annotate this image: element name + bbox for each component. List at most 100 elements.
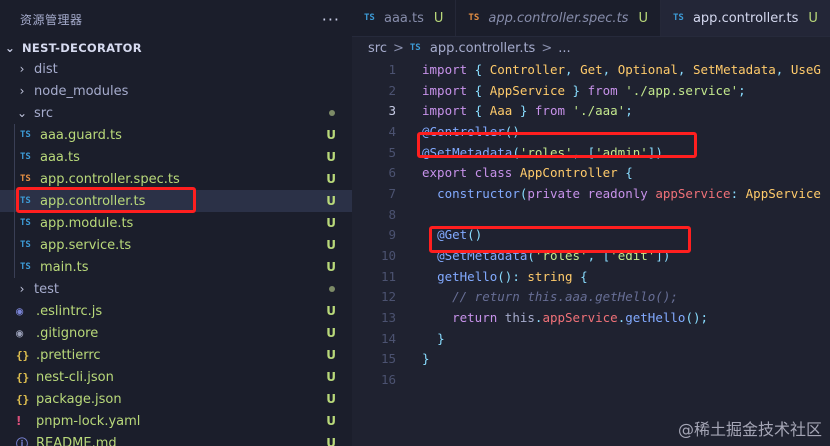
typescript-file-icon: TS xyxy=(409,43,421,53)
tree-item-label: app.module.ts xyxy=(40,215,134,231)
tab-label: app.controller.ts xyxy=(692,10,799,26)
typescript-file-icon: TS xyxy=(20,218,31,228)
code-line[interactable]: 12 // return this.aaa.getHello(); xyxy=(352,287,830,308)
highlight-box-class-metadata xyxy=(417,132,697,158)
eslint-file-icon: ◉ xyxy=(16,304,24,318)
breadcrumb-symbols[interactable]: ... xyxy=(558,41,570,56)
code-line[interactable]: 15} xyxy=(352,349,830,370)
typescript-file-icon: TS xyxy=(672,13,684,23)
tree-item-aaa-ts[interactable]: TS aaa.ts U xyxy=(0,146,352,168)
chevron-down-icon: ⌄ xyxy=(4,41,16,55)
line-number: 15 xyxy=(380,351,396,367)
code-text: import { Controller, Get, Optional, SetM… xyxy=(422,61,821,77)
tree-item-label: dist xyxy=(34,61,58,77)
code-line[interactable]: 8 xyxy=(352,204,830,225)
chevron-right-icon: › xyxy=(19,282,25,296)
code-line[interactable]: 3 import { Aaa } from './aaa'; xyxy=(352,100,830,121)
more-actions-icon[interactable]: ··· xyxy=(322,10,340,29)
git-status-badge: U xyxy=(638,10,648,26)
tree-item-eslintrc-js[interactable]: ◉ .eslintrc.js U xyxy=(0,300,352,322)
line-number: 6 xyxy=(388,165,396,181)
tree-item-gitignore[interactable]: ◉ .gitignore U xyxy=(0,322,352,344)
tree-item-readme-md[interactable]: ⓘ README.md U xyxy=(0,432,352,446)
tree-item-package-json[interactable]: {} package.json U xyxy=(0,388,352,410)
json-file-icon: {} xyxy=(16,392,30,406)
git-status-badge: U xyxy=(326,260,336,274)
code-line[interactable]: 2 import { AppService } from './app.servi… xyxy=(352,80,830,101)
git-status-badge: U xyxy=(326,304,336,318)
tree-item-prettierrc[interactable]: {} .prettierrc U xyxy=(0,344,352,366)
indent-guide xyxy=(14,124,15,278)
line-number: 10 xyxy=(380,248,396,264)
code-line[interactable]: 16 xyxy=(352,369,830,390)
tree-item-label: app.service.ts xyxy=(40,237,132,253)
git-file-icon: ◉ xyxy=(16,326,24,340)
tab-app-controller-spec-ts[interactable]: TS app.controller.spec.ts U xyxy=(456,0,661,36)
project-root[interactable]: ⌄ NEST-DECORATOR xyxy=(0,38,352,58)
tab-app-controller-ts[interactable]: TS app.controller.ts U xyxy=(660,0,830,36)
tree-item-dist[interactable]: › dist xyxy=(0,58,352,80)
line-number: 4 xyxy=(388,123,396,139)
breadcrumb-separator: > xyxy=(541,40,553,56)
tree-item-label: app.controller.spec.ts xyxy=(40,171,180,187)
tree-item-main-ts[interactable]: TS main.ts U xyxy=(0,256,352,278)
yaml-file-icon: ! xyxy=(16,414,22,428)
line-number: 3 xyxy=(388,103,396,119)
tree-item-label: .gitignore xyxy=(36,325,99,341)
tree-item-aaa-guard-ts[interactable]: TS aaa.guard.ts U xyxy=(0,124,352,146)
tree-item-label: package.json xyxy=(36,391,122,407)
markdown-file-icon: ⓘ xyxy=(16,436,29,446)
tree-item-nest-cli-json[interactable]: {} nest-cli.json U xyxy=(0,366,352,388)
git-status-badge: U xyxy=(433,10,444,26)
code-line[interactable]: 1 import { Controller, Get, Optional, Set… xyxy=(352,59,830,80)
breadcrumb-separator: > xyxy=(392,40,404,56)
tree-item-label: README.md xyxy=(36,435,117,446)
tab-label: aaa.ts xyxy=(384,10,424,26)
tree-item-label: .prettierrc xyxy=(36,347,101,363)
git-status-badge: U xyxy=(326,436,336,446)
line-number: 1 xyxy=(388,61,396,77)
code-line[interactable]: 11 getHello(): string { xyxy=(352,266,830,287)
code-text: import { AppService } from './app.servic… xyxy=(422,82,746,98)
chevron-right-icon: › xyxy=(19,62,25,76)
json-file-icon: {} xyxy=(16,370,30,384)
tree-item-test[interactable]: › test xyxy=(0,278,352,300)
code-line[interactable]: 6 export class AppController { xyxy=(352,162,830,183)
breadcrumb-folder[interactable]: src xyxy=(368,41,387,56)
typescript-file-icon: TS xyxy=(20,240,31,250)
tree-item-pnpm-lock-yaml[interactable]: ! pnpm-lock.yaml U xyxy=(0,410,352,432)
git-status-badge: U xyxy=(326,326,336,340)
editor-tab-bar: TS aaa.ts U TS app.controller.spec.ts U TS app.… xyxy=(352,0,830,37)
git-status-badge: U xyxy=(326,414,336,428)
modified-dot-icon xyxy=(329,286,335,292)
code-text: } xyxy=(422,351,430,367)
git-status-badge: U xyxy=(326,194,336,208)
chevron-down-icon: ⌄ xyxy=(16,106,28,120)
tree-item-node-modules[interactable]: › node_modules xyxy=(0,80,352,102)
breadcrumb-file[interactable]: app.controller.ts xyxy=(430,41,535,56)
tree-item-label: test xyxy=(34,281,59,297)
json-file-icon: {} xyxy=(16,348,30,362)
git-status-badge: U xyxy=(326,150,336,164)
typescript-file-icon: TS xyxy=(364,13,375,23)
git-status-badge: U xyxy=(808,10,818,26)
code-text: export class AppController { xyxy=(422,165,633,181)
line-number: 8 xyxy=(388,206,396,222)
tree-item-app-service-ts[interactable]: TS app.service.ts U xyxy=(0,234,352,256)
modified-dot-icon xyxy=(329,110,335,116)
line-number: 14 xyxy=(380,330,396,346)
code-text: getHello(): string { xyxy=(437,268,588,284)
code-text: constructor(private readonly appService:… xyxy=(437,185,821,201)
code-line[interactable]: 14 } xyxy=(352,328,830,349)
explorer-title: 资源管理器 xyxy=(20,12,83,27)
line-number: 11 xyxy=(380,268,396,284)
git-status-badge: U xyxy=(326,172,336,186)
code-line[interactable]: 13 return this.appService.getHello(); xyxy=(352,307,830,328)
tree-item-app-module-ts[interactable]: TS app.module.ts U xyxy=(0,212,352,234)
code-line[interactable]: 7 constructor(private readonly appServic… xyxy=(352,183,830,204)
tree-item-label: nest-cli.json xyxy=(36,369,114,385)
tree-item-label: pnpm-lock.yaml xyxy=(36,413,141,429)
tab-aaa-ts[interactable]: TS aaa.ts U xyxy=(352,0,457,36)
line-number: 12 xyxy=(380,289,396,305)
tree-item-src[interactable]: ⌄ src xyxy=(0,102,352,124)
